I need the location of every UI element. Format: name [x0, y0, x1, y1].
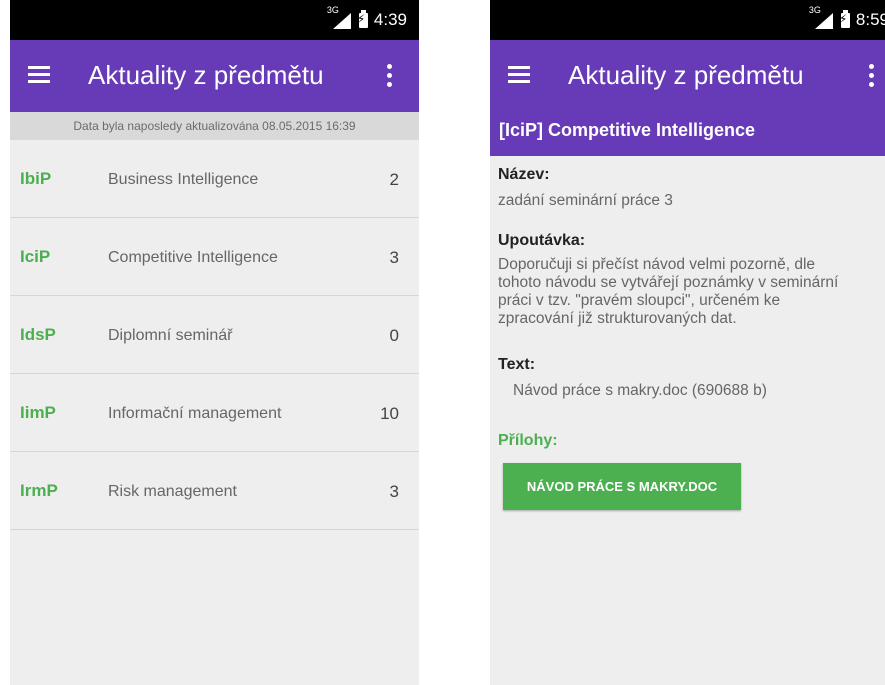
name-value: zadání seminární práce 3	[498, 192, 673, 209]
news-count: 10	[380, 404, 399, 423]
news-detail-screen: 3G 8:59 Aktuality z předmětu [IciP] Comp…	[490, 0, 885, 685]
course-name: Business Intelligence	[108, 171, 259, 188]
course-name: Diplomní seminář	[108, 327, 233, 344]
status-bar: 3G 4:39	[10, 0, 419, 40]
news-count: 3	[389, 248, 399, 267]
battery-icon	[839, 9, 850, 28]
teaser-line: Doporučuji si přečíst návod velmi pozorn…	[498, 256, 816, 273]
name-label: Název:	[498, 166, 550, 183]
network-signal-icon: 3G	[327, 5, 353, 29]
hamburger-menu-icon[interactable]	[28, 66, 50, 84]
attachments-label: Přílohy:	[498, 432, 558, 449]
attachment-download-button[interactable]: NÁVOD PRÁCE S MAKRY.DOC	[503, 463, 741, 510]
list-item[interactable]: IimP Informační management 10	[10, 374, 419, 452]
toolbar-title: Aktuality z předmětu	[88, 60, 324, 90]
news-count: 2	[389, 170, 399, 189]
course-name: Competitive Intelligence	[108, 249, 278, 266]
toolbar-title: Aktuality z předmětu	[568, 60, 804, 90]
text-value: Návod práce s makry.doc (690688 b)	[513, 382, 767, 399]
teaser-line: tohoto návodu se vytvářejí poznámky v se…	[498, 274, 839, 291]
teaser-line: práci v tzv. "pravém sloupci", určeném k…	[498, 292, 781, 309]
overflow-menu-icon[interactable]	[387, 64, 393, 88]
list-item[interactable]: IdsP Diplomní seminář 0	[10, 296, 419, 374]
overflow-menu-icon[interactable]	[869, 64, 875, 88]
course-code: IrmP	[20, 481, 58, 500]
hamburger-menu-icon[interactable]	[508, 66, 530, 84]
news-count: 3	[389, 482, 399, 501]
course-code: IdsP	[20, 325, 56, 344]
network-signal-icon: 3G	[809, 5, 835, 29]
teaser-line: zpracování již strukturovaných dat.	[498, 310, 737, 327]
news-count: 0	[389, 326, 399, 345]
course-code: IimP	[20, 403, 56, 422]
status-bar: 3G 8:59	[490, 0, 885, 40]
course-list: IbiP Business Intelligence 2 IciP Compet…	[10, 140, 419, 530]
teaser-label: Upoutávka:	[498, 232, 586, 249]
course-code: IbiP	[20, 169, 52, 188]
list-item[interactable]: IbiP Business Intelligence 2	[10, 140, 419, 218]
course-name: Risk management	[108, 483, 237, 500]
status-time: 8:59	[855, 10, 885, 29]
status-time: 4:39	[373, 10, 407, 29]
last-updated-banner: Data byla naposledy aktualizována 08.05.…	[10, 112, 419, 140]
list-item[interactable]: IrmP Risk management 3	[10, 452, 419, 530]
course-name: Informační management	[108, 405, 282, 422]
app-toolbar: Aktuality z předmětu	[490, 40, 885, 112]
app-toolbar: Aktuality z předmětu	[10, 40, 419, 112]
course-header: [IciP] Competitive Intelligence	[490, 112, 885, 156]
text-label: Text:	[498, 356, 536, 373]
battery-icon	[357, 9, 368, 28]
list-item[interactable]: IciP Competitive Intelligence 3	[10, 218, 419, 296]
course-code: IciP	[20, 247, 51, 266]
course-list-screen: 3G 4:39 Aktuality z předmětu Data byla n…	[10, 0, 419, 685]
